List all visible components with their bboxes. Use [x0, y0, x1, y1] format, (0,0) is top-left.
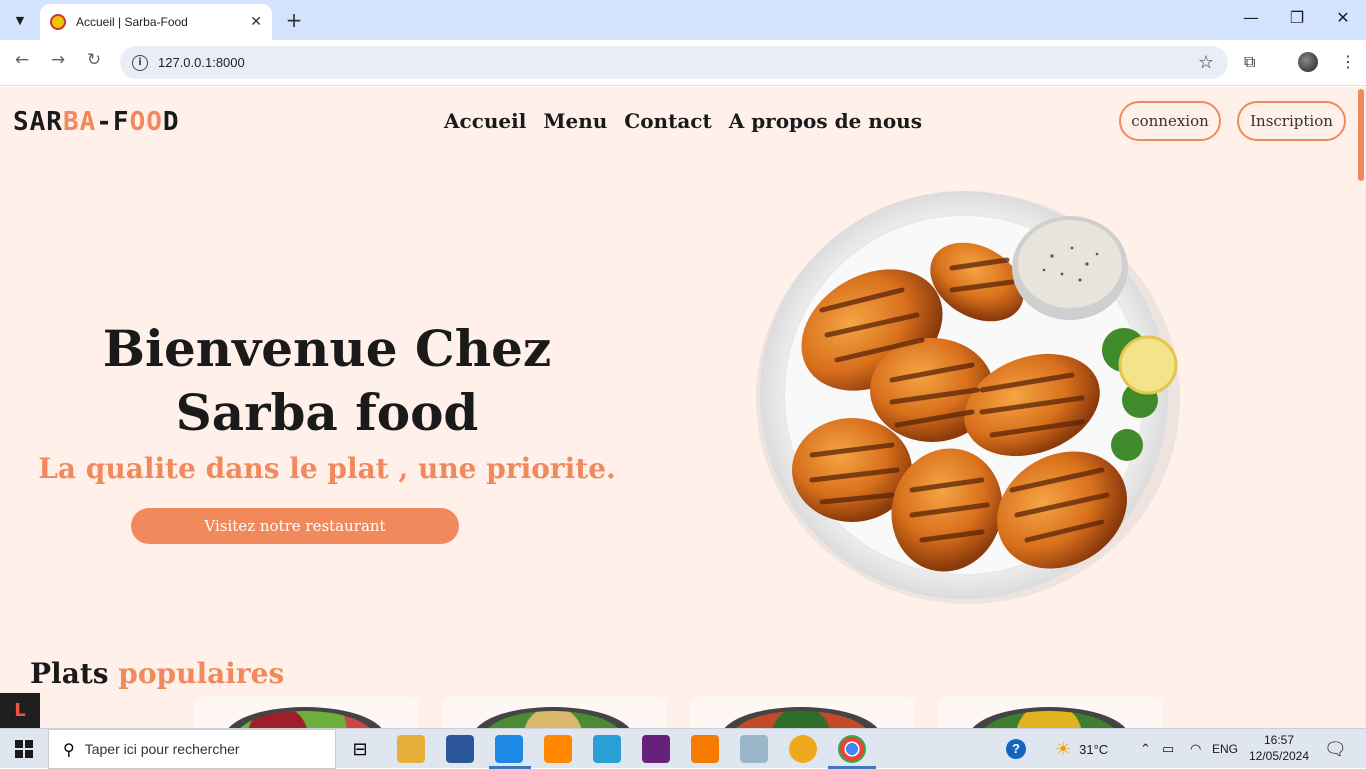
dish-card[interactable] [939, 697, 1163, 728]
hero-subtitle: La qualite dans le plat , une priorite. [38, 452, 616, 485]
logo-text-1: SAR [13, 107, 63, 137]
file-explorer-icon[interactable] [397, 735, 425, 763]
dish-card[interactable] [195, 697, 419, 728]
nav-menu[interactable]: Menu [543, 109, 607, 133]
site-logo[interactable]: SARBA-FOOD [13, 107, 180, 137]
tab-close-icon[interactable]: ✕ [250, 14, 262, 30]
browser-menu-icon[interactable]: ⋮ [1340, 52, 1356, 71]
visit-restaurant-button[interactable]: Visitez notre restaurant [131, 508, 459, 544]
dish-card[interactable] [443, 697, 667, 728]
system-clock[interactable]: 16:57 12/05/2024 [1248, 732, 1310, 764]
popular-dishes-title: Plats populaires [30, 657, 284, 690]
extensions-icon[interactable]: ⧉ [1244, 52, 1255, 72]
page-scrollbar[interactable] [1356, 87, 1366, 728]
nav-a-propos[interactable]: A propos de nous [729, 109, 922, 133]
register-button[interactable]: Inscription [1237, 101, 1346, 141]
profile-avatar[interactable] [1298, 52, 1318, 72]
search-icon: ⚲ [63, 739, 75, 759]
browser-tab-strip: ▼ Accueil | Sarba-Food ✕ + — ❐ ✕ [0, 0, 1366, 40]
vscode-icon[interactable] [495, 735, 523, 763]
visual-studio-icon[interactable] [642, 735, 670, 763]
weather-temp: 31°C [1079, 741, 1109, 757]
logo-text-4: OO [129, 107, 163, 137]
hero-title: Bienvenue Chez Sarba food [102, 319, 552, 442]
chrome-icon[interactable] [838, 735, 866, 763]
url-text: 127.0.0.1:8000 [158, 55, 245, 70]
weather-widget[interactable]: ☀ 31°C [1055, 729, 1108, 769]
popular-title-part1: Plats [30, 657, 109, 690]
window-close-button[interactable]: ✕ [1328, 8, 1358, 27]
site-info-icon[interactable]: i [132, 54, 148, 71]
forward-icon[interactable]: → [46, 50, 70, 70]
tab-search-icon[interactable]: ▼ [7, 7, 33, 33]
vlc-icon[interactable] [544, 735, 572, 763]
language-indicator[interactable]: ENG [1212, 729, 1238, 769]
image-viewer-icon[interactable] [740, 735, 768, 763]
battery-icon[interactable]: ▭ [1162, 729, 1174, 769]
grilled-chicken-plate-image [756, 191, 1180, 604]
windows-start-icon[interactable] [0, 729, 48, 769]
address-bar[interactable]: i 127.0.0.1:8000 ☆ [120, 46, 1228, 79]
clock-time: 16:57 [1263, 733, 1295, 747]
bookmark-star-icon[interactable]: ☆ [1198, 52, 1214, 73]
word-icon[interactable] [446, 735, 474, 763]
task-view-icon[interactable]: ⊟ [346, 735, 374, 763]
xampp-icon[interactable] [691, 735, 719, 763]
new-tab-button[interactable]: + [282, 8, 306, 32]
dish-card[interactable] [691, 697, 915, 728]
login-button[interactable]: connexion [1119, 101, 1221, 141]
taskbar-search-box[interactable]: ⚲ Taper ici pour rechercher [48, 729, 336, 769]
logo-text-5: D [162, 107, 180, 137]
reload-icon[interactable]: ↻ [82, 50, 106, 70]
scrollbar-thumb[interactable] [1358, 89, 1364, 181]
main-nav: Accueil Menu Contact A propos de nous [444, 109, 922, 133]
tab-title: Accueil | Sarba-Food [76, 15, 188, 29]
virtualbox-icon[interactable] [593, 735, 621, 763]
logo-text-3: -F [96, 107, 130, 137]
laravel-debugbar-icon[interactable]: L [0, 693, 40, 728]
browser-toolbar: ← → ↻ i 127.0.0.1:8000 ☆ ⧉ ⋮ [0, 40, 1366, 86]
logo-text-2: BA [62, 107, 97, 137]
site-favicon-icon [50, 14, 66, 30]
popular-title-part2: populaires [118, 657, 285, 690]
minimize-button[interactable]: — [1236, 8, 1266, 27]
tray-chevron-icon[interactable]: ⌃ [1140, 729, 1151, 769]
windows-taskbar: ⚲ Taper ici pour rechercher ⊟ ? ☀ 31°C ⌃… [0, 728, 1366, 769]
help-icon[interactable]: ? [1006, 729, 1026, 769]
back-icon[interactable]: ← [10, 50, 34, 70]
wifi-icon[interactable]: ◠ [1190, 729, 1201, 769]
nav-contact[interactable]: Contact [624, 109, 711, 133]
weather-icon: ☀ [1055, 738, 1072, 759]
nav-accueil[interactable]: Accueil [444, 109, 526, 133]
browser-tab-active[interactable]: Accueil | Sarba-Food ✕ [40, 4, 272, 40]
mysql-workbench-icon[interactable] [789, 735, 817, 763]
web-page: SARBA-FOOD Accueil Menu Contact A propos… [0, 87, 1356, 728]
search-placeholder: Taper ici pour rechercher [84, 741, 240, 757]
clock-date: 12/05/2024 [1248, 749, 1310, 763]
restore-button[interactable]: ❐ [1282, 8, 1312, 27]
notifications-icon[interactable]: 🗨 [1324, 729, 1347, 769]
